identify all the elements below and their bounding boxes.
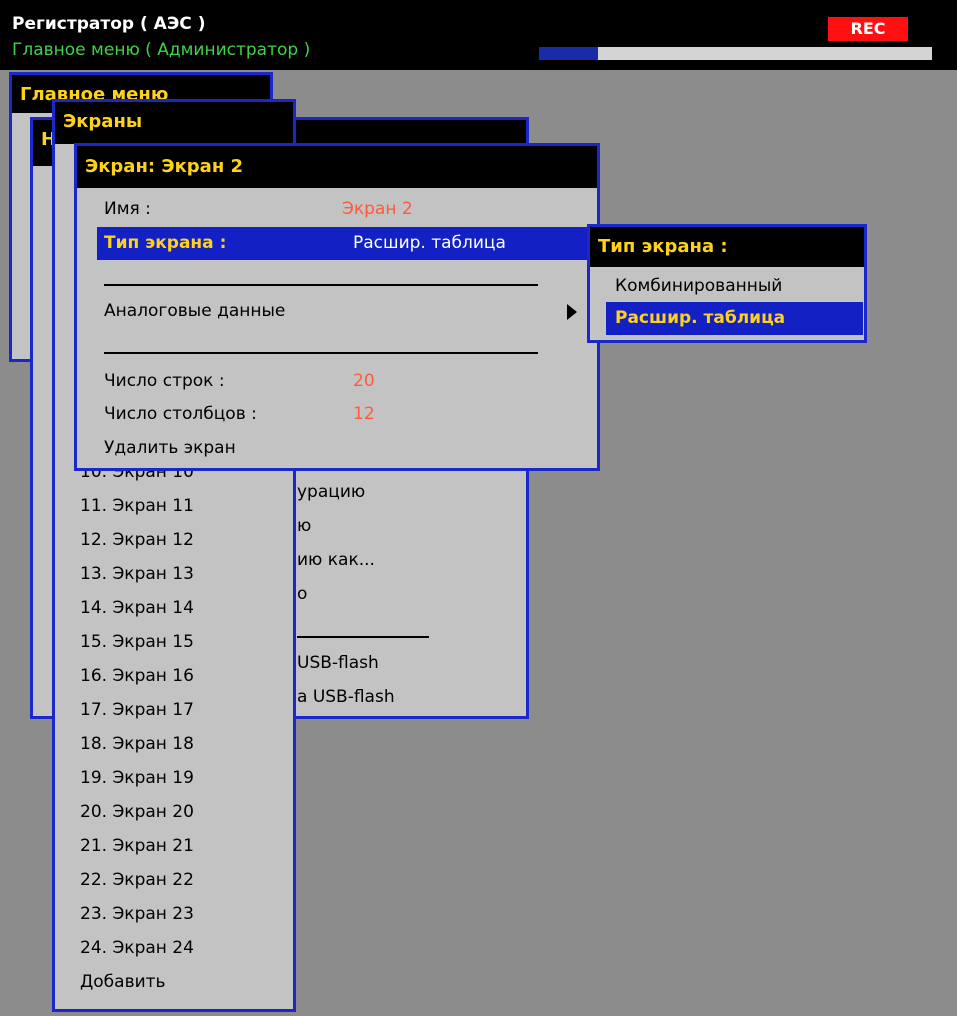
delete-screen-item[interactable]: Удалить экран [104, 438, 236, 458]
progress-fill [539, 47, 598, 60]
screen-item-21[interactable]: 21. Экран 21 [80, 836, 194, 856]
screen-item-11[interactable]: 11. Экран 11 [80, 496, 194, 516]
config-item-save[interactable]: урацию [297, 482, 365, 502]
submenu-arrow-icon [567, 304, 577, 320]
screen-item-16[interactable]: 16. Экран 16 [80, 666, 194, 686]
cols-label: Число столбцов : [104, 404, 257, 424]
screen-item-22[interactable]: 22. Экран 22 [80, 870, 194, 890]
dialog-divider-1 [104, 284, 538, 286]
type-option-extended-label: Расшир. таблица [615, 308, 786, 328]
app-title: Регистратор ( АЭС ) [12, 14, 206, 34]
screen-item-20[interactable]: 20. Экран 20 [80, 802, 194, 822]
dialog-divider-2 [104, 352, 538, 354]
screen-item-15[interactable]: 15. Экран 15 [80, 632, 194, 652]
screen-dialog-window: Экран: Экран 2 Имя : Экран 2 Тип экрана … [74, 143, 600, 471]
rows-value[interactable]: 20 [353, 371, 375, 391]
screen-dialog-title: Экран: Экран 2 [77, 146, 597, 188]
config-divider [297, 636, 429, 638]
screen-type-popup: Тип экрана : Комбинированный Расшир. таб… [587, 224, 867, 343]
screen-type-label: Тип экрана : [104, 233, 227, 253]
config-item-usb-import[interactable]: а USB-flash [297, 687, 395, 707]
config-item-save-as[interactable]: ию как... [297, 550, 375, 570]
progress-bar [539, 47, 932, 60]
screen-item-13[interactable]: 13. Экран 13 [80, 564, 194, 584]
screen-item-24[interactable]: 24. Экран 24 [80, 938, 194, 958]
rec-indicator: REC [828, 17, 908, 41]
add-screen-item[interactable]: Добавить [80, 972, 166, 992]
screen-item-12[interactable]: 12. Экран 12 [80, 530, 194, 550]
screens-menu-title: Экраны [55, 102, 293, 144]
screen-item-23[interactable]: 23. Экран 23 [80, 904, 194, 924]
analog-data-item[interactable]: Аналоговые данные [104, 301, 285, 321]
menu-path: Главное меню ( Администратор ) [12, 40, 311, 60]
screen-type-value: Расшир. таблица [353, 233, 506, 253]
config-item-load[interactable]: ю [297, 516, 311, 536]
status-bar: Регистратор ( АЭС ) Главное меню ( Админ… [0, 0, 957, 70]
screen-item-17[interactable]: 17. Экран 17 [80, 700, 194, 720]
config-item-4[interactable]: о [297, 584, 307, 604]
config-item-usb-export[interactable]: USB-flash [297, 653, 379, 673]
cols-value[interactable]: 12 [353, 404, 375, 424]
rows-label: Число строк : [104, 371, 225, 391]
name-label: Имя : [104, 199, 151, 219]
type-option-combined[interactable]: Комбинированный [615, 276, 782, 296]
name-value[interactable]: Экран 2 [342, 199, 413, 219]
screen-item-18[interactable]: 18. Экран 18 [80, 734, 194, 754]
screen-item-14[interactable]: 14. Экран 14 [80, 598, 194, 618]
screen-item-19[interactable]: 19. Экран 19 [80, 768, 194, 788]
screen-type-popup-title: Тип экрана : [590, 227, 864, 267]
